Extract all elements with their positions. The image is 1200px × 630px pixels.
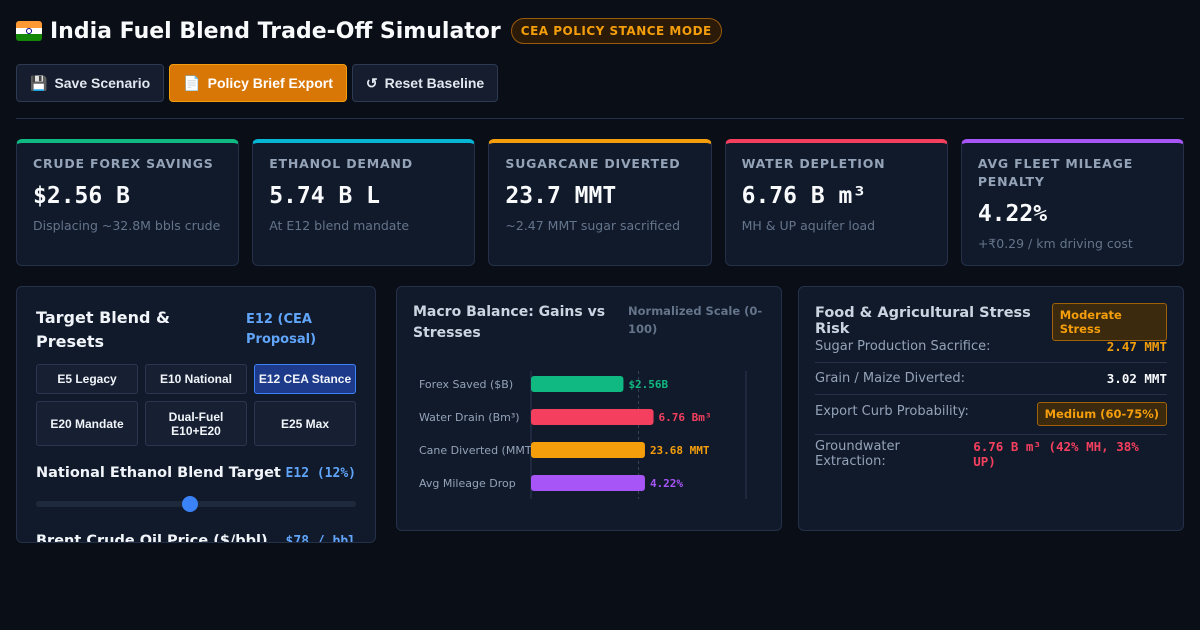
kpi-value: $2.56 B	[33, 183, 130, 209]
macro-balance-chart: Forex Saved ($B) $2.56B Water Drain (Bm³) 6…	[419, 371, 747, 499]
india-flag-icon	[16, 21, 42, 41]
food-stress-panel: Food & Agricultural Stress Risk Moderate…	[798, 286, 1184, 531]
stress-label: Grain / Maize Diverted:	[815, 371, 966, 386]
reset-icon: ↺	[365, 74, 378, 91]
kpi-value: 4.22%	[977, 201, 1048, 227]
macro-balance-panel: Macro Balance: Gains vs Stresses Normali…	[396, 286, 782, 531]
blend-slider-thumb[interactable]	[181, 496, 198, 512]
preset-e12-button[interactable]: E12 CEA Stance	[254, 364, 356, 394]
kpi-card-ethanol: ETHANOL DEMAND 5.74 B L At E12 blend man…	[252, 139, 476, 266]
stress-level-badge: Moderate Stress	[1051, 303, 1167, 341]
kpi-label: ETHANOL DEMAND	[269, 156, 413, 171]
policy-brief-export-label: Policy Brief Export	[207, 75, 333, 91]
kpi-card-water: WATER DEPLETION 6.76 B m³ MH & UP aquife…	[724, 139, 948, 266]
save-scenario-button[interactable]: 💾 Save Scenario	[16, 64, 165, 102]
kpi-card-mileage: AVG FLEET MILEAGE PENALTY 4.22% +₹0.29 /…	[960, 139, 1185, 266]
kpi-value: 6.76 B m³	[741, 183, 867, 209]
kpi-subtext: MH & UP aquifer load	[741, 218, 876, 233]
kpi-label: SUGARCANE DIVERTED	[505, 156, 681, 171]
crude-slider-label: Brent Crude Oil Price ($/bbl)	[36, 533, 268, 543]
stress-value: 3.02 MMT	[1106, 371, 1167, 386]
preset-e25-button[interactable]: E25 Max	[254, 401, 356, 446]
document-icon: 📄	[183, 74, 201, 91]
kpi-card-sugarcane: SUGARCANE DIVERTED 23.7 MMT ~2.47 MMT su…	[488, 139, 712, 266]
blend-presets-panel: Target Blend & Presets E12 (CEA Proposal…	[16, 286, 376, 543]
reset-baseline-label: Reset Baseline	[384, 75, 485, 91]
blend-panel-header: Target Blend & Presets E12 (CEA Proposal…	[36, 306, 356, 354]
food-panel-header: Food & Agricultural Stress Risk Moderate…	[815, 303, 1167, 341]
kpi-subtext: Displacing ~32.8M bbls crude	[33, 218, 221, 233]
stress-label: Sugar Production Sacrifice:	[815, 339, 991, 354]
chart-value-label: 6.76 Bm³	[659, 411, 712, 424]
blend-slider-track[interactable]	[36, 496, 356, 512]
mode-badge: CEA POLICY STANCE MODE	[510, 18, 722, 44]
chart-value-label: 23.68 MMT	[650, 444, 710, 457]
chart-value-label: $2.56B	[628, 378, 668, 391]
stress-value: 6.76 B m³ (42% MH, 38% UP)	[973, 439, 1139, 469]
blend-panel-title: Target Blend & Presets	[36, 308, 170, 351]
stress-label: Groundwater Extraction:	[815, 439, 900, 469]
kpi-subtext: ~2.47 MMT sugar sacrificed	[505, 218, 681, 233]
chart-bar	[531, 475, 645, 491]
blend-slider-header: National Ethanol Blend Target E12 (12%)	[36, 465, 356, 481]
chart-category-label: Avg Mileage Drop	[419, 477, 516, 490]
chart-bar	[531, 442, 645, 458]
crude-slider-value: $78 / bbl	[285, 533, 356, 543]
stress-row-groundwater: Groundwater Extraction: 6.76 B m³ (42% M…	[815, 439, 1167, 477]
stress-row-export: Export Curb Probability: Medium (60-75%)	[815, 402, 1167, 435]
preset-e10-button[interactable]: E10 National	[145, 364, 247, 394]
header-divider	[16, 118, 1184, 119]
kpi-subtext: At E12 blend mandate	[269, 218, 410, 233]
chart-category-label: Water Drain (Bm³)	[419, 411, 520, 424]
policy-brief-export-button[interactable]: 📄 Policy Brief Export	[169, 64, 347, 102]
blend-slider-value: E12 (12%)	[285, 465, 356, 481]
crude-slider-header: Brent Crude Oil Price ($/bbl) $78 / bbl	[36, 533, 356, 543]
kpi-value: 23.7 MMT	[505, 183, 617, 209]
kpi-card-forex: CRUDE FOREX SAVINGS $2.56 B Displacing ~…	[16, 139, 240, 266]
kpi-value: 5.74 B L	[269, 183, 380, 209]
food-panel-title: Food & Agricultural Stress Risk	[815, 305, 1031, 337]
kpi-label: AVG FLEET MILEAGE PENALTY	[977, 156, 1134, 189]
kpi-subtext: +₹0.29 / km driving cost	[977, 236, 1133, 251]
chart-bar	[531, 376, 624, 392]
kpi-label: WATER DEPLETION	[741, 156, 886, 171]
preset-dual-fuel-button[interactable]: Dual-Fuel E10+E20	[145, 401, 247, 446]
chart-value-label: 4.22%	[650, 477, 683, 490]
kpi-row: CRUDE FOREX SAVINGS $2.56 B Displacing ~…	[16, 139, 1185, 266]
export-risk-badge: Medium (60-75%)	[1036, 402, 1167, 426]
proposal-label: E12 (CEA Proposal)	[246, 312, 317, 347]
toolbar: 💾 Save Scenario 📄 Policy Brief Export ↺ …	[16, 64, 499, 102]
preset-grid: E5 Legacy E10 National E12 CEA Stance E2…	[36, 364, 356, 446]
stress-row-sugar: Sugar Production Sacrifice: 2.47 MMT	[815, 339, 1167, 363]
chart-category-label: Forex Saved ($B)	[419, 378, 513, 391]
preset-e5-button[interactable]: E5 Legacy	[36, 364, 138, 394]
stress-value: 2.47 MMT	[1106, 339, 1167, 354]
save-scenario-label: Save Scenario	[54, 75, 151, 91]
floppy-disk-icon: 💾	[30, 74, 48, 91]
blend-slider-label: National Ethanol Blend Target	[36, 465, 281, 481]
app-title: India Fuel Blend Trade-Off Simulator	[50, 18, 501, 44]
kpi-label: CRUDE FOREX SAVINGS	[33, 156, 214, 171]
preset-e20-button[interactable]: E20 Mandate	[36, 401, 138, 446]
chart-category-label: Cane Diverted (MMT)	[419, 444, 536, 457]
chart-bar	[531, 409, 654, 425]
stress-label: Export Curb Probability:	[815, 404, 969, 419]
app-header: India Fuel Blend Trade-Off Simulator CEA…	[16, 18, 722, 44]
stress-row-grain: Grain / Maize Diverted: 3.02 MMT	[815, 371, 1167, 395]
reset-baseline-button[interactable]: ↺ Reset Baseline	[351, 64, 499, 102]
